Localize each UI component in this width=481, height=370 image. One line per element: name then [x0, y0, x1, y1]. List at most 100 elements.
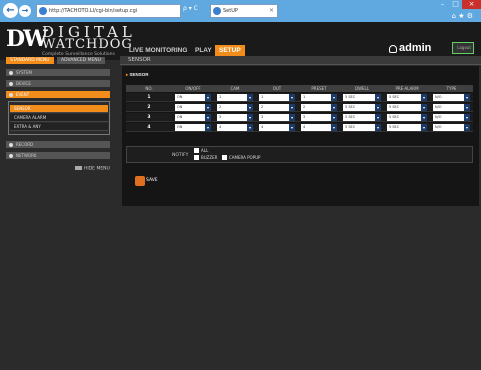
save-icon: [135, 176, 145, 186]
notify-camera-popup-checkbox[interactable]: [222, 155, 227, 160]
out-select[interactable]: 3 ▾: [259, 114, 295, 121]
select-value: 4: [303, 125, 306, 129]
type-select[interactable]: N/O ▾: [433, 104, 470, 111]
sidebar-item-system[interactable]: SYSTEM: [6, 69, 110, 76]
select-value: 5 SEC: [389, 125, 400, 129]
breadcrumb: SENSOR: [120, 56, 481, 65]
chevron-down-icon: ▾: [247, 94, 253, 101]
chevron-down-icon: ▾: [205, 94, 211, 101]
preset-select[interactable]: 3 ▾: [301, 114, 337, 121]
user-icon: [389, 45, 397, 53]
type-select[interactable]: N/O ▾: [433, 124, 470, 131]
preset-select[interactable]: 4 ▾: [301, 124, 337, 131]
out-select[interactable]: 4 ▾: [259, 124, 295, 131]
out-select[interactable]: 2 ▾: [259, 104, 295, 111]
sidebar-sub-sensor[interactable]: SENSOR: [10, 105, 108, 113]
onoff-select[interactable]: ON ▾: [175, 124, 211, 131]
browser-tab[interactable]: SetUP ×: [210, 4, 278, 18]
sidebar-item-event[interactable]: EVENT: [6, 91, 110, 98]
cam-select[interactable]: 4 ▾: [217, 124, 253, 131]
cam-select[interactable]: 3 ▾: [217, 114, 253, 121]
save-label: SAVE: [146, 178, 158, 183]
dwell-select[interactable]: 5 SEC ▾: [343, 124, 381, 131]
dwell-select[interactable]: 5 SEC ▾: [343, 104, 381, 111]
type-select[interactable]: N/O ▾: [433, 94, 470, 101]
select-value: 5 SEC: [345, 95, 356, 99]
select-value: 1: [219, 95, 222, 99]
sidebar-item-network[interactable]: NETWORK: [6, 152, 110, 159]
prealarm-select[interactable]: 5 SEC ▾: [387, 94, 427, 101]
chevron-down-icon: ▾: [421, 114, 427, 121]
chevron-down-icon: ▾: [421, 104, 427, 111]
save-button[interactable]: SAVE: [133, 175, 159, 187]
chevron-down-icon: ▾: [205, 114, 211, 121]
address-bar[interactable]: http://TACHOTO.LI/cgi-bin/setup.cgi: [36, 4, 181, 18]
chevron-down-icon: ▾: [421, 94, 427, 101]
chevron-down-icon: ▾: [289, 114, 295, 121]
address-tools[interactable]: ρ ▾ C: [183, 5, 198, 12]
hide-menu-icon: [75, 166, 82, 170]
prealarm-select[interactable]: 5 SEC ▾: [387, 124, 427, 131]
forward-button[interactable]: →: [19, 5, 31, 17]
hide-menu-label: HIDE MENU: [84, 166, 110, 172]
cam-select[interactable]: 1 ▾: [217, 94, 253, 101]
logo-line2: WATCHDOG: [42, 37, 133, 52]
chevron-down-icon: ▾: [205, 104, 211, 111]
notify-buzzer-checkbox[interactable]: [194, 155, 199, 160]
onoff-select[interactable]: ON ▾: [175, 94, 211, 101]
tab-close-icon[interactable]: ×: [269, 5, 274, 17]
preset-select[interactable]: 2 ▾: [301, 104, 337, 111]
chevron-down-icon: ▾: [375, 94, 381, 101]
chevron-down-icon: ▾: [421, 124, 427, 131]
select-value: N/O: [435, 95, 442, 99]
dwell-select[interactable]: 5 SEC ▾: [343, 114, 381, 121]
bullet-icon: [9, 93, 13, 97]
sidebar-item-label: SYSTEM: [16, 70, 32, 75]
select-value: 2: [219, 105, 222, 109]
chevron-down-icon: ▾: [331, 124, 337, 131]
chevron-down-icon: ▾: [464, 114, 470, 121]
cam-select[interactable]: 2 ▾: [217, 104, 253, 111]
sidebar-sub-camera-alarm[interactable]: CAMERA ALARM: [10, 114, 108, 122]
tab-advanced-menu[interactable]: ADVANCED MENU: [57, 57, 105, 64]
prealarm-select[interactable]: 5 SEC ▾: [387, 104, 427, 111]
arrow-right-icon: ▸: [126, 72, 129, 77]
sidebar-item-device[interactable]: DEVICE: [6, 80, 110, 87]
notify-all-checkbox[interactable]: [194, 148, 199, 153]
onoff-select[interactable]: ON ▾: [175, 114, 211, 121]
sidebar-sub-extra[interactable]: EXTRA & ANY: [10, 123, 108, 131]
tab-standard-menu[interactable]: STANDARD MENU: [6, 57, 54, 64]
sidebar-item-label: EVENT: [16, 92, 30, 97]
bullet-icon: [9, 154, 13, 158]
maximize-button[interactable]: □: [449, 0, 462, 9]
type-select[interactable]: N/O ▾: [433, 114, 470, 121]
chevron-down-icon: ▾: [289, 124, 295, 131]
logout-button[interactable]: Logout: [452, 42, 474, 54]
chevron-down-icon: ▾: [205, 124, 211, 131]
preset-select[interactable]: 1 ▾: [301, 94, 337, 101]
chevron-down-icon: ▾: [289, 104, 295, 111]
empty-area: [120, 206, 481, 370]
chevron-down-icon: ▾: [331, 94, 337, 101]
onoff-select[interactable]: ON ▾: [175, 104, 211, 111]
col-onoff: ON/OFF: [185, 86, 201, 91]
minimize-button[interactable]: –: [436, 0, 449, 9]
address-text: http://TACHOTO.LI/cgi-bin/setup.cgi: [49, 8, 138, 14]
row-number: 1: [147, 95, 151, 100]
logo-mark: DW: [6, 26, 48, 52]
select-value: 3: [219, 115, 222, 119]
prealarm-select[interactable]: 5 SEC ▾: [387, 114, 427, 121]
select-value: 4: [261, 125, 264, 129]
select-value: 5 SEC: [345, 125, 356, 129]
chevron-down-icon: ▾: [331, 104, 337, 111]
select-value: ON: [177, 115, 183, 119]
back-button[interactable]: ←: [3, 3, 18, 18]
select-value: ON: [177, 105, 183, 109]
out-select[interactable]: 1 ▾: [259, 94, 295, 101]
dwell-select[interactable]: 5 SEC ▾: [343, 94, 381, 101]
toolbar-icons[interactable]: ⌂ ★ ⚙: [452, 12, 473, 20]
sidebar-item-record[interactable]: RECORD: [6, 141, 110, 148]
chevron-down-icon: ▾: [247, 104, 253, 111]
hide-menu-button[interactable]: HIDE MENU: [75, 166, 110, 172]
close-button[interactable]: ×: [462, 0, 481, 9]
